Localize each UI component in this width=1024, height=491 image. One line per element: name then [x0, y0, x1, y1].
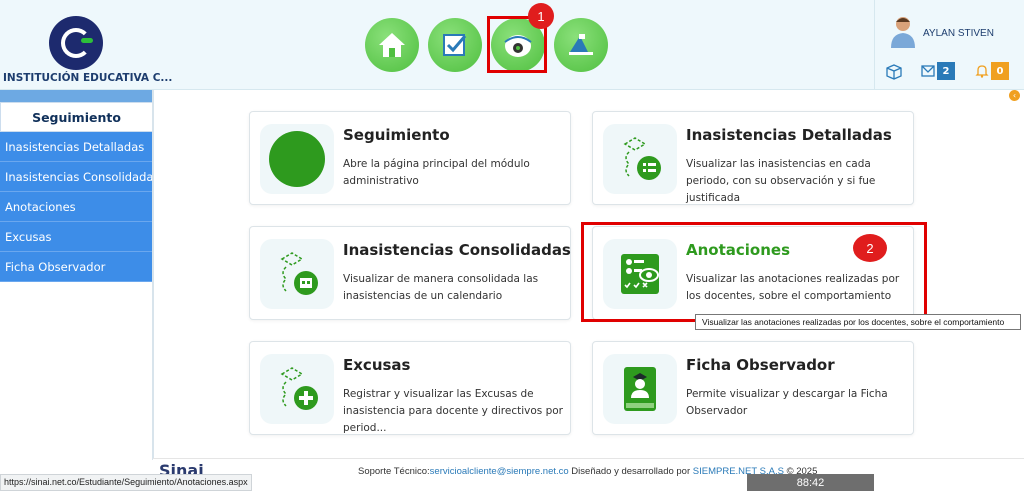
sidebar: Seguimiento Inasistencias Detalladas Ina… — [0, 90, 159, 290]
school-logo[interactable] — [49, 16, 103, 70]
designed-by-text: Diseñado y desarrollado por — [568, 466, 693, 477]
card-inasistencias-detalladas[interactable]: Inasistencias Detalladas Visualizar las … — [592, 111, 914, 205]
user-name[interactable]: AYLAN STIVEN — [923, 28, 994, 39]
mail-count-badge[interactable]: 2 — [937, 62, 955, 80]
sidebar-item-anotaciones[interactable]: Anotaciones — [0, 192, 153, 222]
card-seguimiento[interactable]: Seguimiento Abre la página principal del… — [249, 111, 571, 205]
notification-count-badge[interactable]: 0 — [991, 62, 1009, 80]
user-area: AYLAN STIVEN 2 0 — [874, 0, 1024, 90]
card-ficha-observador[interactable]: Ficha Observador Permite visualizar y de… — [592, 341, 914, 435]
support-label: Soporte Técnico: — [358, 466, 430, 477]
sidebar-divider — [152, 90, 154, 460]
card-inasistencias-consolidadas[interactable]: Inasistencias Consolidadas Visualizar de… — [249, 226, 571, 320]
sidebar-item-ficha-observador[interactable]: Ficha Observador — [0, 252, 153, 282]
card-title: Inasistencias Consolidadas — [343, 241, 571, 259]
cube-icon[interactable] — [885, 63, 903, 81]
sidebar-item-excusas[interactable]: Excusas — [0, 222, 153, 252]
sidebar-top-bar — [0, 90, 153, 102]
sidebar-item-inasistencias-detalladas[interactable]: Inasistencias Detalladas — [0, 132, 153, 162]
school-logo-area[interactable] — [0, 10, 152, 70]
home-icon[interactable] — [365, 18, 419, 72]
status-bar-url: https://sinai.net.co/Estudiante/Seguimie… — [0, 474, 252, 491]
collapse-chevron-icon[interactable]: ‹ — [1009, 90, 1020, 101]
bell-icon[interactable] — [975, 64, 989, 78]
session-timer: 88:42 — [747, 474, 874, 491]
tooltip: Visualizar las anotaciones realizadas po… — [695, 314, 1021, 330]
card-excusas[interactable]: Excusas Registrar y visualizar las Excus… — [249, 341, 571, 435]
observer-book-icon — [624, 367, 656, 411]
card-icon-container — [260, 239, 334, 309]
card-description: Registrar y visualizar las Excusas de in… — [343, 388, 563, 434]
calendar-consolidated-icon — [280, 252, 318, 295]
card-icon-container — [260, 354, 334, 424]
card-description: Visualizar de manera consolidada las ina… — [343, 273, 539, 302]
support-email-link[interactable]: servicioalcliente@siempre.net.co — [430, 466, 569, 477]
excuse-add-icon — [280, 367, 318, 410]
footer: Sinai Soporte Técnico:servicioalcliente@… — [153, 458, 1024, 491]
card-title: Excusas — [343, 356, 411, 374]
blackboard-icon[interactable] — [554, 18, 608, 72]
card-description: Visualizar las inasistencias en cada per… — [686, 158, 876, 204]
card-icon-container — [603, 124, 677, 194]
checkbox-icon[interactable] — [428, 18, 482, 72]
sidebar-item-inasistencias-consolidadas[interactable]: Inasistencias Consolidadas — [0, 162, 159, 192]
sidebar-title[interactable]: Seguimiento — [0, 102, 153, 132]
green-circle-icon — [269, 131, 325, 187]
card-icon-container — [603, 354, 677, 424]
annotation-badge-1: 1 — [528, 3, 554, 29]
card-description: Permite visualizar y descargar la Ficha … — [686, 388, 888, 417]
card-title: Inasistencias Detalladas — [686, 126, 892, 144]
card-title: Seguimiento — [343, 126, 450, 144]
card-icon-container — [260, 124, 334, 194]
annotation-badge-2: 2 — [853, 234, 887, 262]
avatar[interactable] — [889, 14, 917, 48]
mail-icon[interactable] — [921, 65, 935, 77]
card-description: Abre la página principal del módulo admi… — [343, 158, 530, 187]
list-detail-icon — [623, 137, 661, 180]
card-title: Ficha Observador — [686, 356, 835, 374]
school-name: INSTITUCIÓN EDUCATIVA C... — [3, 72, 173, 84]
